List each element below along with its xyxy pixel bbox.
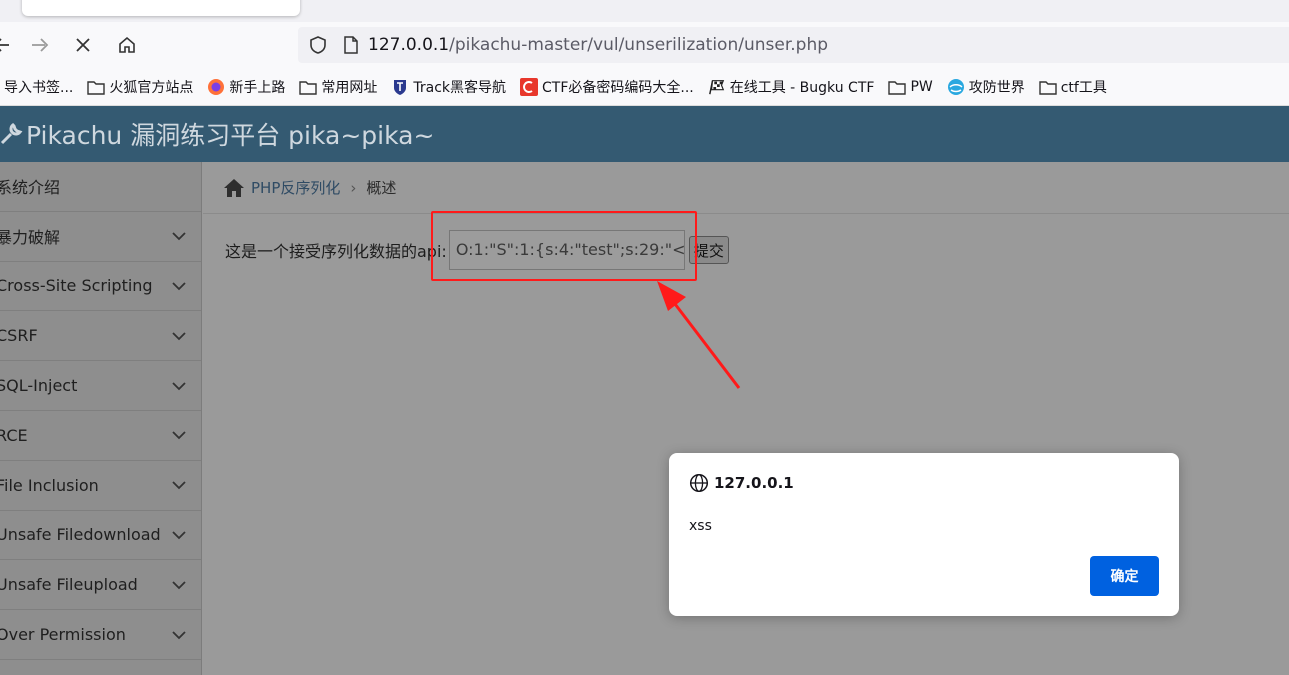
sidebar-item-label: CSRF [0, 326, 38, 346]
sidebar-item-file-inclusion[interactable]: File Inclusion [0, 461, 201, 511]
bookmark-label: CTF必备密码编码大全... [542, 79, 694, 96]
folder-icon [888, 78, 907, 96]
chevron-down-icon [172, 581, 186, 590]
api-label: 这是一个接受序列化数据的api: [225, 242, 447, 261]
annotation-highlight-box [431, 211, 697, 281]
bookmarks-bar: 导入书签... 火狐官方站点 新手上路 常用网址 Track黑客导航 CTF必备… [0, 68, 1289, 106]
sidebar-item-label: 系统介绍 [0, 178, 61, 198]
forward-button[interactable] [26, 32, 52, 58]
close-icon [76, 38, 90, 52]
url-host: 127.0.0.1 [368, 35, 450, 55]
bookmark-bugku[interactable]: 在线工具 - Bugku CTF [708, 77, 875, 97]
sidebar: 系统介绍 暴力破解 Cross-Site Scripting CSRF SQL-… [0, 162, 202, 675]
sidebar-item-label: File Inclusion [0, 475, 99, 495]
back-arrow-icon [0, 38, 9, 52]
chevron-down-icon [172, 630, 186, 639]
chevron-down-icon [172, 431, 186, 440]
forward-arrow-icon [32, 38, 49, 52]
sidebar-item-label: RCE [0, 425, 28, 445]
sidebar-item-label: Cross-Site Scripting [0, 276, 153, 296]
globe-icon [689, 473, 709, 493]
chevron-down-icon [172, 531, 186, 540]
sidebar-item-label: Over Permission [0, 625, 126, 645]
home-icon[interactable] [223, 178, 245, 198]
breadcrumb: PHP反序列化 › 概述 [203, 162, 1289, 214]
bookmark-label: PW [910, 78, 933, 95]
folder-icon [87, 78, 106, 96]
sidebar-item-rce[interactable]: RCE [0, 411, 201, 461]
folder-icon [1039, 78, 1057, 96]
back-button[interactable] [0, 32, 16, 58]
sidebar-item-over-permission[interactable]: Over Permission [0, 610, 201, 660]
sidebar-item-sqli[interactable]: SQL-Inject [0, 361, 201, 411]
breadcrumb-current: 概述 [366, 179, 397, 197]
chevron-down-icon [172, 232, 186, 241]
bookmark-pw[interactable]: PW [888, 78, 933, 96]
chevron-down-icon [172, 282, 186, 291]
browser-toolbar: 127.0.0.1/pikachu-master/vul/unserilizat… [0, 22, 1289, 68]
bookmark-common-sites[interactable]: 常用网址 [299, 77, 377, 97]
bookmark-label: 火狐官方站点 [109, 79, 194, 96]
bookmark-label: 在线工具 - Bugku CTF [729, 79, 875, 96]
sidebar-item-fileupload[interactable]: Unsafe Fileupload [0, 560, 201, 611]
bookmark-label: Track黑客导航 [413, 79, 506, 96]
bookmark-label: ctf工具 [1060, 79, 1107, 96]
bookmark-getting-started[interactable]: 新手上路 [207, 77, 285, 97]
dialog-origin: 127.0.0.1 [689, 473, 794, 493]
dialog-origin-text: 127.0.0.1 [714, 474, 794, 492]
site-brand[interactable]: Pikachu 漏洞练习平台 pika~pika~ [0, 116, 434, 152]
sidebar-item-filedownload[interactable]: Unsafe Filedownload [0, 511, 201, 561]
sidebar-item-label: Unsafe Filedownload [0, 525, 161, 545]
active-tab[interactable] [22, 0, 300, 16]
alert-dialog: 127.0.0.1 xss 确定 [669, 453, 1179, 616]
globe-color-icon [947, 78, 965, 96]
bookmark-label: 攻防世界 [968, 79, 1025, 96]
sidebar-item-label: 暴力破解 [0, 228, 61, 248]
bookmark-label: 新手上路 [229, 79, 286, 96]
chevron-down-icon [172, 481, 186, 490]
folder-icon [299, 78, 318, 96]
sidebar-item-label: Unsafe Fileupload [0, 575, 138, 595]
site-header: Pikachu 漏洞练习平台 pika~pika~ [0, 106, 1289, 162]
bookmark-ctf-tools[interactable]: ctf工具 [1039, 77, 1107, 97]
home-button[interactable] [114, 32, 140, 58]
ctf-icon [520, 77, 538, 96]
dialog-message: xss [689, 518, 712, 534]
sidebar-item-csrf[interactable]: CSRF [0, 311, 201, 362]
sidebar-item-bruteforce[interactable]: 暴力破解 [0, 212, 201, 262]
bookmark-label: 导入书签... [4, 79, 74, 96]
breadcrumb-separator-icon: › [350, 178, 357, 197]
brand-title: Pikachu 漏洞练习平台 pika~pika~ [26, 121, 435, 150]
breadcrumb-link[interactable]: PHP反序列化 [251, 177, 340, 198]
bookmark-adworld[interactable]: 攻防世界 [947, 77, 1025, 97]
home-icon [119, 36, 135, 53]
sidebar-item-label: SQL-Inject [0, 376, 78, 396]
wrench-icon [0, 123, 23, 145]
bookmark-ctf-encoding[interactable]: CTF必备密码编码大全... [520, 77, 694, 97]
url-path: /pikachu-master/vul/unserilization/unser… [449, 35, 829, 55]
stop-button[interactable] [70, 32, 96, 58]
sidebar-item-xss[interactable]: Cross-Site Scripting [0, 262, 201, 312]
shield-icon[interactable] [308, 35, 328, 55]
ok-button[interactable]: 确定 [1090, 556, 1159, 596]
tab-strip [0, 0, 1289, 22]
sidebar-item-intro[interactable]: 系统介绍 [0, 162, 201, 212]
firefox-icon [207, 78, 225, 96]
bookmark-firefox-site[interactable]: 火狐官方站点 [87, 77, 193, 97]
url-text: 127.0.0.1/pikachu-master/vul/unserilizat… [368, 35, 828, 55]
flag-icon [708, 78, 726, 96]
chevron-down-icon [172, 332, 186, 341]
bookmark-track[interactable]: Track黑客导航 [391, 77, 506, 97]
url-bar[interactable]: 127.0.0.1/pikachu-master/vul/unserilizat… [298, 27, 1289, 63]
page-icon [344, 36, 358, 54]
bookmark-label: 常用网址 [321, 79, 378, 96]
track-icon [391, 78, 409, 96]
chevron-down-icon [172, 381, 186, 390]
bookmark-import[interactable]: 导入书签... [4, 77, 73, 97]
